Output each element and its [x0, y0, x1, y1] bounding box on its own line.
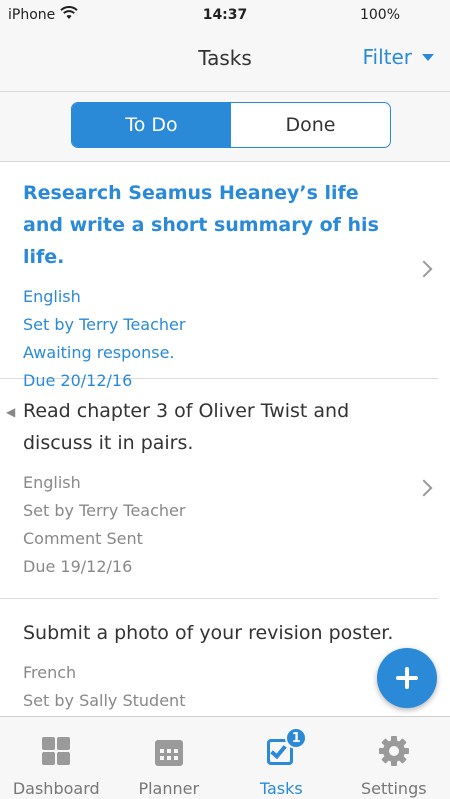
- navigation-bar: Tasks Filter: [0, 32, 450, 92]
- tab-tasks[interactable]: 1 Tasks: [225, 717, 338, 799]
- tab-label: Tasks: [259, 779, 303, 798]
- chevron-right-icon: [415, 479, 433, 497]
- task-title: Research Seamus Heaney’s life and write …: [23, 182, 379, 268]
- tab-label: Settings: [360, 779, 427, 798]
- tab-label: Dashboard: [12, 779, 100, 798]
- tab-label: Planner: [138, 779, 200, 798]
- checkbox-icon: 1: [265, 727, 308, 767]
- filter-button[interactable]: Filter: [362, 45, 434, 69]
- chevron-right-icon: [415, 260, 433, 278]
- todo-done-segmented-control: To Do Done: [71, 102, 391, 148]
- task-due-date: Due 19/12/16: [23, 557, 133, 576]
- task-title: Submit a photo of your revision poster.: [23, 622, 394, 644]
- status-bar: iPhone 14:37 100%: [0, 0, 450, 32]
- task-subject: French: [23, 663, 77, 682]
- filter-label: Filter: [362, 45, 412, 69]
- segment-todo[interactable]: To Do: [72, 103, 231, 147]
- task-subject: English: [23, 287, 81, 306]
- notification-badge: 1: [285, 727, 308, 749]
- task-subject: English: [23, 473, 81, 492]
- calendar-icon: [153, 735, 185, 767]
- tab-settings[interactable]: Settings: [338, 717, 450, 799]
- segment-container: To Do Done: [0, 92, 450, 162]
- task-set-by: Set by Sally Student: [23, 691, 186, 710]
- task-set-by: Set by Terry Teacher: [23, 315, 186, 334]
- task-item[interactable]: ◀ Read chapter 3 of Oliver Twist and dis…: [0, 379, 438, 599]
- task-item[interactable]: Research Seamus Heaney’s life and write …: [0, 163, 438, 390]
- caret-down-icon: [422, 53, 434, 61]
- tab-planner[interactable]: Planner: [113, 717, 226, 799]
- tab-dashboard[interactable]: Dashboard: [0, 717, 113, 799]
- add-task-button[interactable]: [377, 648, 437, 708]
- plus-icon-stroke: [405, 667, 409, 689]
- tab-bar: Dashboard Planner 1 Tasks Settings: [0, 716, 450, 799]
- reply-arrow-icon: ◀: [6, 405, 16, 419]
- segment-done[interactable]: Done: [231, 103, 390, 147]
- gear-icon: [378, 735, 410, 767]
- battery-percentage: 100%: [359, 7, 400, 23]
- task-item[interactable]: Submit a photo of your revision poster. …: [0, 599, 438, 716]
- task-title: Read chapter 3 of Oliver Twist and discu…: [23, 400, 350, 454]
- task-set-by: Set by Terry Teacher: [23, 501, 186, 520]
- task-status: Awaiting response.: [23, 343, 175, 362]
- dashboard-icon: [40, 735, 72, 767]
- task-list: Research Seamus Heaney’s life and write …: [0, 163, 450, 716]
- task-status: Comment Sent: [23, 529, 143, 548]
